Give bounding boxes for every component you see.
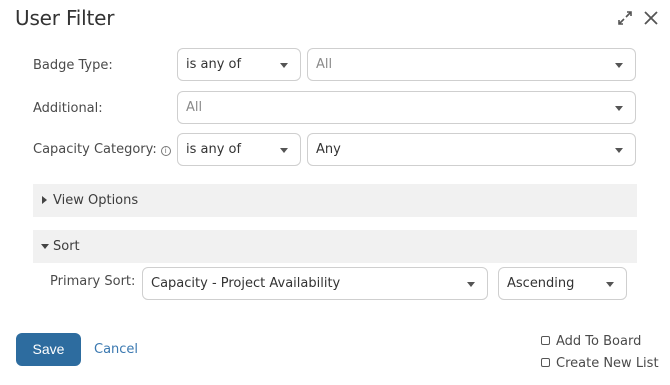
view-options-section-header[interactable]: View Options (33, 184, 637, 217)
add-to-board-checkbox[interactable] (541, 336, 550, 345)
chevron-down-icon (615, 63, 623, 68)
chevron-down-icon (280, 63, 288, 68)
chevron-down-icon (615, 106, 623, 111)
chevron-down-icon (280, 148, 288, 153)
cancel-link[interactable]: Cancel (94, 342, 138, 357)
sort-section-label: Sort (53, 239, 80, 254)
chevron-down-icon (467, 282, 475, 287)
sort-direction-value: Ascending (507, 276, 575, 291)
capacity-category-label-text: Capacity Category: (33, 142, 157, 157)
chevron-down-icon (615, 148, 623, 153)
additional-select[interactable]: All (177, 91, 636, 124)
additional-value: All (186, 100, 203, 115)
add-to-board-option[interactable]: Add To Board (541, 334, 641, 349)
capacity-category-value-select[interactable]: Any (307, 133, 636, 166)
badge-type-value: All (316, 57, 333, 72)
badge-type-value-select[interactable]: All (307, 48, 636, 81)
caret-right-icon (42, 196, 47, 204)
add-to-board-label: Add To Board (556, 334, 642, 349)
badge-type-operator-select[interactable]: is any of (177, 48, 301, 81)
create-new-list-label: Create New List (556, 356, 659, 371)
capacity-category-operator-select[interactable]: is any of (177, 133, 301, 166)
view-options-label: View Options (53, 193, 139, 208)
badge-type-operator-value: is any of (186, 57, 242, 72)
info-icon[interactable]: i (160, 146, 171, 156)
close-icon[interactable] (642, 9, 660, 27)
sort-direction-select[interactable]: Ascending (498, 267, 627, 300)
capacity-category-operator-value: is any of (186, 142, 242, 157)
create-new-list-checkbox[interactable] (541, 358, 550, 367)
capacity-category-label: Capacity Category: i (33, 142, 171, 157)
save-button[interactable]: Save (16, 333, 81, 366)
dialog-title: User Filter (15, 6, 115, 30)
badge-type-label: Badge Type: (33, 58, 113, 73)
capacity-category-value: Any (316, 142, 341, 157)
primary-sort-label: Primary Sort: (50, 274, 136, 289)
sort-section-header[interactable]: Sort (33, 230, 637, 263)
caret-down-icon (41, 244, 49, 249)
primary-sort-select[interactable]: Capacity - Project Availability (142, 267, 488, 300)
chevron-down-icon (606, 282, 614, 287)
primary-sort-value: Capacity - Project Availability (151, 276, 341, 291)
expand-icon[interactable] (616, 9, 634, 27)
create-new-list-option[interactable]: Create New List (541, 356, 659, 371)
additional-label: Additional: (33, 101, 103, 116)
